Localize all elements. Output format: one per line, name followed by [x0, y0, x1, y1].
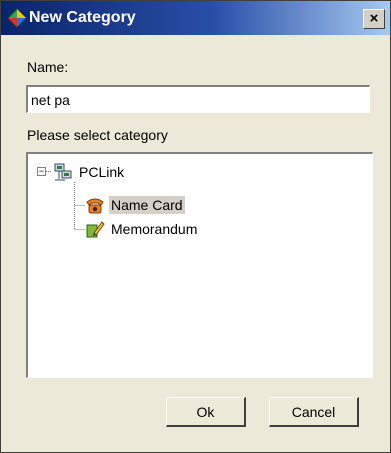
category-tree[interactable]: − PCLink Name Card Memorandum — [26, 152, 373, 378]
close-button[interactable]: × — [363, 9, 385, 29]
tree-node-label: Name Card — [109, 196, 185, 214]
new-category-dialog: New Category × Name: Please select categ… — [0, 0, 391, 453]
computer-network-icon — [54, 163, 72, 181]
tree-collapse-toggle[interactable]: − — [37, 167, 46, 176]
title-bar[interactable]: New Category × — [1, 1, 390, 35]
tree-node-label: PCLink — [79, 164, 125, 180]
category-select-label: Please select category — [27, 127, 168, 143]
cancel-button[interactable]: Cancel — [269, 397, 359, 427]
memo-pencil-icon — [86, 221, 105, 238]
category-name-input[interactable] — [26, 85, 370, 113]
tree-node-memorandum[interactable]: Memorandum — [85, 219, 199, 239]
telephone-icon — [86, 198, 104, 214]
tree-node-label: Memorandum — [111, 221, 198, 237]
dialog-title: New Category — [29, 9, 136, 26]
category-app-icon — [7, 8, 27, 28]
tree-node-pclink[interactable]: PCLink — [53, 162, 126, 182]
ok-button[interactable]: Ok — [166, 397, 246, 427]
tree-connector-lines — [46, 171, 85, 230]
tree-node-name-card[interactable]: Name Card — [85, 195, 185, 215]
name-label: Name: — [27, 59, 69, 75]
